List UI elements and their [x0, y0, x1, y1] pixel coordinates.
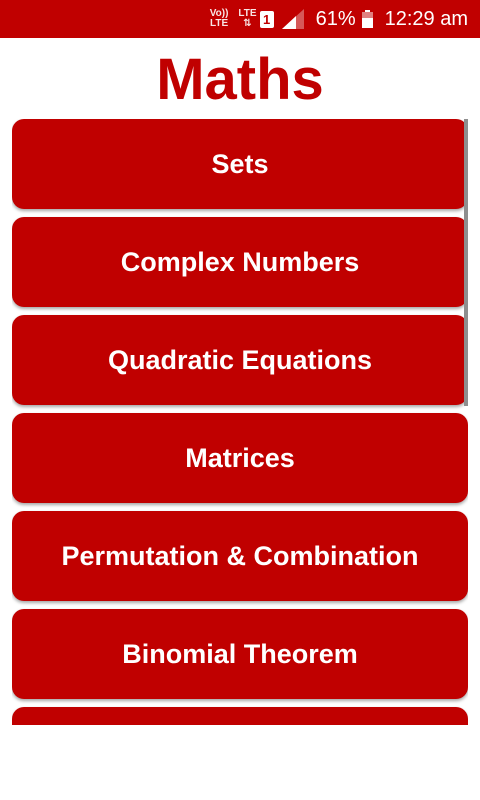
topic-button-1[interactable]: Sets	[12, 119, 468, 209]
topic-button-6[interactable]: Binomial Theorem	[12, 609, 468, 699]
topic-button-label: Complex Numbers	[120, 246, 360, 277]
data-arrows-icon: ⇅	[243, 18, 252, 29]
topic-button-label: Permutation & Combination	[61, 540, 419, 571]
status-bar: Vo)) LTE LTE ⇅ 1 61% 12:29 am	[0, 0, 480, 38]
clock: 12:29 am	[384, 7, 468, 30]
topic-list[interactable]: Sets Complex Numbers Quadratic Equations Ma…	[12, 119, 468, 725]
topic-button-2[interactable]: Complex Numbers	[12, 217, 468, 307]
topic-button-3[interactable]: Quadratic Equations	[12, 315, 468, 405]
sim-slot-icon: 1	[259, 10, 274, 28]
topic-button-label: Binomial Theorem	[122, 638, 358, 669]
scrollbar[interactable]	[464, 119, 468, 406]
battery-icon	[361, 10, 373, 28]
topic-button-label: Sets	[211, 148, 269, 179]
topic-button-4[interactable]: Matrices	[12, 413, 468, 503]
signal-icon	[281, 9, 304, 29]
battery-percent: 61%	[315, 7, 356, 30]
topic-button-label: Matrices	[185, 442, 295, 473]
topic-button-label: Quadratic Equations	[107, 344, 373, 375]
topic-button-5[interactable]: Permutation & Combination	[12, 511, 468, 601]
volte-label-bottom: LTE	[209, 18, 229, 29]
page-title: Maths	[156, 47, 324, 112]
topic-button-7[interactable]	[12, 707, 468, 725]
lte-data-icon: LTE ⇅ 1	[238, 9, 274, 29]
volte-icon: Vo)) LTE	[210, 9, 229, 29]
